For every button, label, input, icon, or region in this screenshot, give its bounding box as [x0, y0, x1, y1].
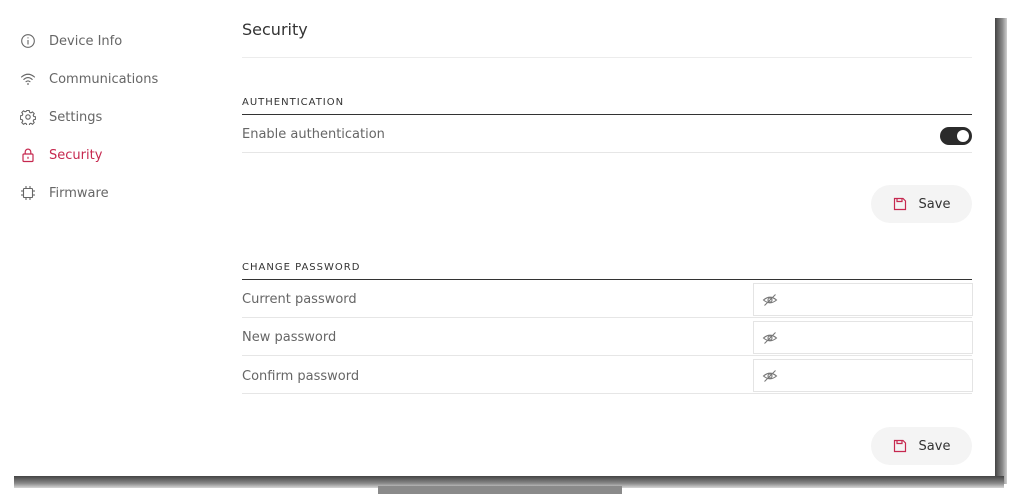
page-title: Security: [242, 20, 308, 39]
wifi-icon: [20, 71, 36, 87]
sidebar-item-label: Device Info: [49, 33, 123, 49]
divider: [242, 393, 972, 394]
sidebar-item-security[interactable]: Security: [0, 136, 210, 174]
gear-icon: [20, 109, 36, 125]
sidebar-item-label: Security: [49, 147, 103, 163]
sidebar-item-communications[interactable]: Communications: [0, 60, 210, 98]
divider: [242, 114, 972, 115]
eye-off-icon[interactable]: [762, 368, 778, 384]
sidebar-item-settings[interactable]: Settings: [0, 98, 210, 136]
save-button-label: Save: [918, 196, 951, 212]
current-password-label: Current password: [242, 292, 357, 307]
app-window: Device Info Communications Settings Secu…: [0, 0, 995, 476]
confirm-password-label: Confirm password: [242, 369, 360, 384]
sidebar-item-label: Communications: [49, 71, 159, 87]
divider: [242, 152, 972, 153]
sidebar: Device Info Communications Settings Secu…: [0, 22, 210, 212]
current-password-input[interactable]: [778, 284, 972, 315]
enable-authentication-toggle[interactable]: [940, 127, 972, 145]
new-password-label: New password: [242, 330, 337, 345]
eye-off-icon[interactable]: [762, 292, 778, 308]
toggle-knob: [957, 130, 969, 142]
current-password-field: [753, 283, 973, 316]
divider: [242, 317, 972, 318]
section-heading-change-password: CHANGE PASSWORD: [242, 262, 361, 273]
enable-authentication-label: Enable authentication: [242, 127, 385, 142]
lock-icon: [20, 147, 36, 163]
sidebar-item-label: Settings: [49, 109, 103, 125]
confirm-password-input[interactable]: [778, 360, 972, 391]
window-shadow-tab: [378, 486, 622, 494]
chip-icon: [20, 185, 36, 201]
divider: [242, 57, 972, 58]
save-authentication-button[interactable]: Save: [871, 185, 972, 223]
divider: [242, 279, 972, 280]
confirm-password-field: [753, 359, 973, 392]
sidebar-item-label: Firmware: [49, 185, 109, 201]
new-password-input[interactable]: [778, 322, 972, 353]
new-password-field: [753, 321, 973, 354]
info-icon: [20, 33, 36, 49]
divider: [242, 355, 972, 356]
section-heading-authentication: AUTHENTICATION: [242, 97, 345, 108]
save-password-button[interactable]: Save: [871, 427, 972, 465]
eye-off-icon[interactable]: [762, 330, 778, 346]
save-icon: [893, 439, 907, 453]
save-icon: [893, 197, 907, 211]
window-shadow-right: [995, 18, 1007, 484]
save-button-label: Save: [918, 438, 951, 454]
sidebar-item-device-info[interactable]: Device Info: [0, 22, 210, 60]
sidebar-item-firmware[interactable]: Firmware: [0, 174, 210, 212]
